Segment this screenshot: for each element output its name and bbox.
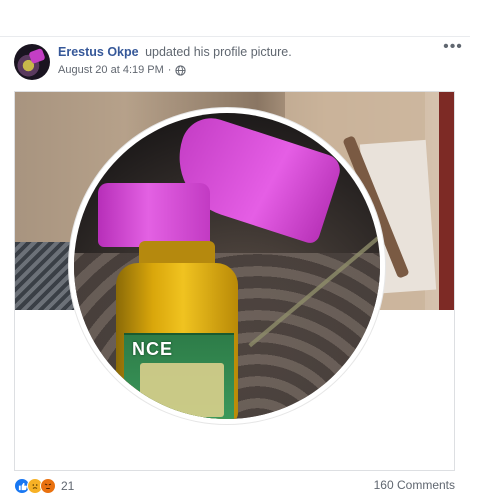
profile-picture-image: NCE bbox=[74, 113, 380, 419]
post-header: Erestus Okpe updated his profile picture… bbox=[58, 45, 292, 59]
more-horizontal-icon: ••• bbox=[443, 38, 463, 55]
post-meta: August 20 at 4:19 PM · bbox=[58, 64, 187, 76]
divider bbox=[0, 36, 470, 37]
comments-count-link[interactable]: 160 Comments bbox=[374, 478, 455, 492]
avatar-image-detail bbox=[28, 47, 46, 65]
profile-picture-circle: NCE bbox=[69, 108, 385, 424]
avatar[interactable] bbox=[14, 44, 50, 80]
feed-post: Erestus Okpe updated his profile picture… bbox=[0, 0, 501, 503]
post-photo[interactable]: NCE bbox=[14, 91, 455, 471]
background-edge bbox=[439, 92, 454, 310]
bottle-label-text: NCE bbox=[132, 339, 174, 359]
reaction-count[interactable]: 21 bbox=[61, 479, 74, 493]
globe-icon[interactable] bbox=[175, 64, 187, 76]
angry-icon[interactable] bbox=[40, 478, 56, 494]
post-action-text: updated his profile picture. bbox=[145, 45, 292, 59]
author-name-link[interactable]: Erestus Okpe bbox=[58, 45, 139, 59]
more-options-button[interactable]: ••• bbox=[443, 39, 463, 56]
reactions-bar: 21 160 Comments bbox=[14, 476, 455, 496]
timestamp-link[interactable]: August 20 at 4:19 PM bbox=[58, 64, 164, 76]
meta-separator: · bbox=[167, 64, 172, 76]
bottle-label-panel bbox=[140, 363, 224, 417]
spray-cap bbox=[98, 183, 210, 247]
